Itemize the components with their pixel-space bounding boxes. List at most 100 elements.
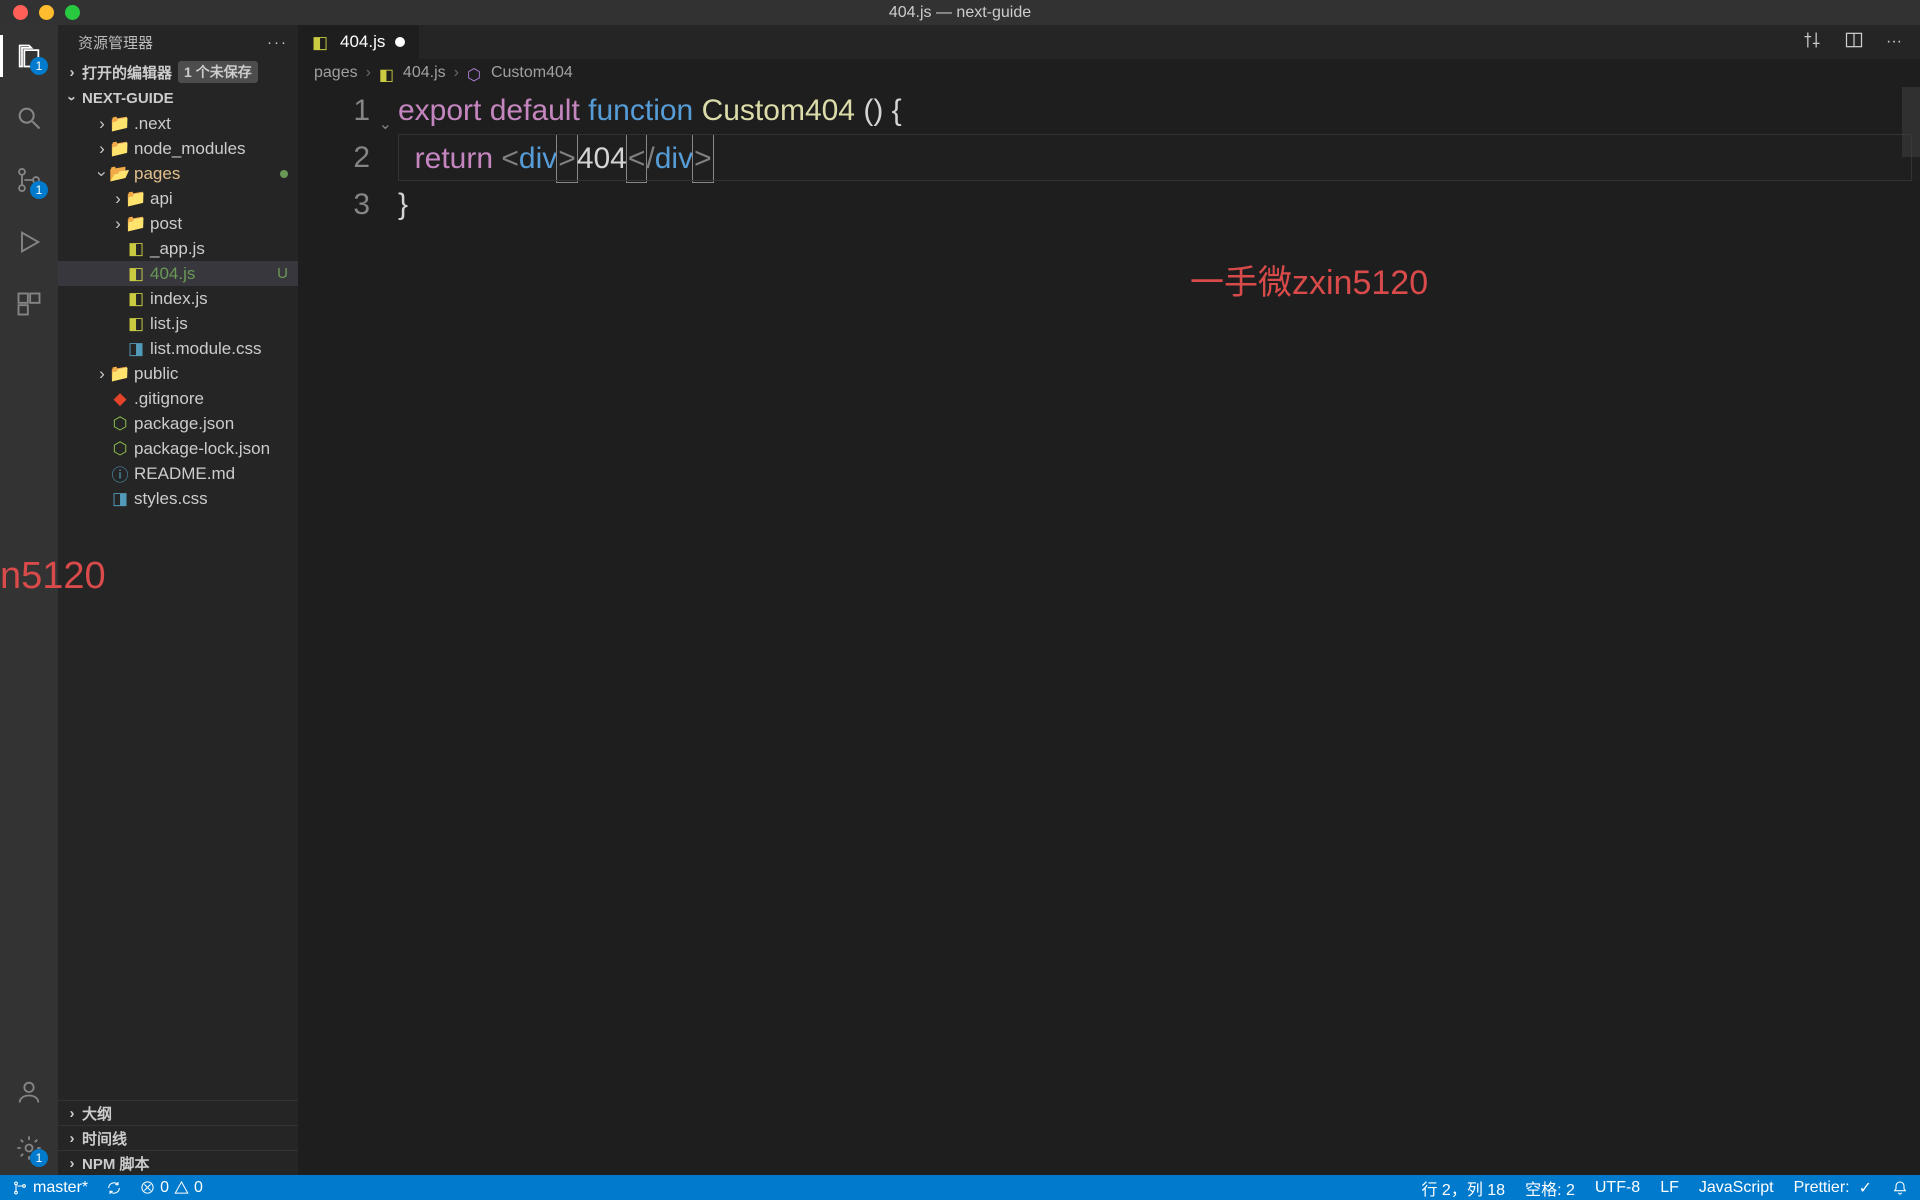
sidebar-footer: ›大纲 ›时间线 ›NPM 脚本	[58, 1100, 298, 1175]
tree-label: pages	[134, 164, 180, 184]
folder-icon: 📁	[126, 214, 146, 234]
code-editor[interactable]: 1 2 3 ⌄ export default function Custom40…	[298, 87, 1920, 1175]
tree-label: index.js	[150, 289, 208, 309]
eol-status[interactable]: LF	[1660, 1179, 1679, 1197]
indentation-status[interactable]: 空格: 2	[1525, 1176, 1575, 1200]
open-editors-section[interactable]: › 打开的编辑器 1 个未保存	[58, 59, 298, 85]
tree-file-list-js[interactable]: ◧list.js	[58, 311, 298, 336]
npm-scripts-section[interactable]: ›NPM 脚本	[58, 1150, 298, 1175]
chevron-right-icon: ›	[64, 64, 80, 81]
timeline-section[interactable]: ›时间线	[58, 1125, 298, 1150]
js-file-icon: ◧	[126, 314, 146, 334]
breadcrumbs[interactable]: pages › ◧ 404.js › ⬡ Custom404	[298, 59, 1920, 87]
settings-badge: 1	[30, 1149, 48, 1167]
split-editor-icon[interactable]	[1844, 30, 1864, 55]
folder-icon: 📁	[126, 189, 146, 209]
title-bar: 404.js — next-guide	[0, 0, 1920, 25]
window-controls	[0, 5, 80, 20]
fold-icon[interactable]: ⌄	[379, 101, 392, 148]
errors-count: 0	[160, 1179, 169, 1197]
tree-file-package-json[interactable]: ⬡package.json	[58, 411, 298, 436]
encoding-status[interactable]: UTF-8	[1595, 1179, 1640, 1197]
tree-label: styles.css	[134, 489, 208, 509]
sidebar-title: 资源管理器	[78, 32, 153, 53]
tree-file-app-js[interactable]: ◧_app.js	[58, 236, 298, 261]
minimap-scrollbar[interactable]	[1902, 87, 1920, 157]
outline-section[interactable]: ›大纲	[58, 1100, 298, 1125]
breadcrumb-item[interactable]: pages	[314, 64, 358, 82]
language-status[interactable]: JavaScript	[1699, 1179, 1774, 1197]
tree-folder-api[interactable]: ›📁api	[58, 186, 298, 211]
tree-folder-public[interactable]: ›📁public	[58, 361, 298, 386]
gutter: 1 2 3 ⌄	[298, 87, 398, 1175]
file-tree: ›📁.next ›📁node_modules ›📂pages ›📁api ›📁p…	[58, 111, 298, 1100]
css-file-icon: ◨	[126, 339, 146, 359]
tree-file-package-lock[interactable]: ⬡package-lock.json	[58, 436, 298, 461]
tree-folder-pages[interactable]: ›📂pages	[58, 161, 298, 186]
tree-file-readme[interactable]: ⓘREADME.md	[58, 461, 298, 486]
more-actions-icon[interactable]: ···	[1886, 33, 1902, 51]
sidebar-more-icon[interactable]: ···	[267, 34, 288, 51]
extensions-activity[interactable]	[12, 287, 46, 321]
git-file-icon: ◆	[110, 389, 130, 409]
folder-icon: 📁	[110, 364, 130, 384]
notifications-icon[interactable]	[1892, 1180, 1908, 1196]
js-file-icon: ◧	[126, 264, 146, 284]
tree-folder-node-modules[interactable]: ›📁node_modules	[58, 136, 298, 161]
git-branch-status[interactable]: master*	[12, 1179, 88, 1197]
explorer-activity[interactable]: 1	[12, 39, 46, 73]
chevron-down-icon: ›	[64, 90, 81, 106]
tree-file-gitignore[interactable]: ◆.gitignore	[58, 386, 298, 411]
modified-indicator	[280, 170, 288, 178]
watermark-text: n5120	[0, 555, 106, 598]
run-debug-activity[interactable]	[12, 225, 46, 259]
tree-label: list.js	[150, 314, 188, 334]
compare-changes-icon[interactable]	[1802, 30, 1822, 55]
tree-label: README.md	[134, 464, 235, 484]
breadcrumb-item[interactable]: 404.js	[403, 64, 446, 82]
editor-actions: ···	[1802, 25, 1920, 59]
symbol-function-icon: ⬡	[467, 65, 483, 81]
minimize-window-button[interactable]	[39, 5, 54, 20]
code-content[interactable]: export default function Custom404 () { r…	[398, 87, 1920, 1175]
problems-status[interactable]: 0 0	[140, 1179, 203, 1197]
window-title: 404.js — next-guide	[889, 4, 1031, 22]
tree-file-styles-css[interactable]: ◨styles.css	[58, 486, 298, 511]
watermark-text: 一手微zxin5120	[1190, 255, 1428, 304]
tree-label: package-lock.json	[134, 439, 270, 459]
warnings-count: 0	[194, 1179, 203, 1197]
search-activity[interactable]	[12, 101, 46, 135]
tree-file-index-js[interactable]: ◧index.js	[58, 286, 298, 311]
cursor-position-status[interactable]: 行 2，列 18	[1421, 1176, 1505, 1200]
tree-file-list-css[interactable]: ◨list.module.css	[58, 336, 298, 361]
source-control-activity[interactable]: 1	[12, 163, 46, 197]
tab-404-js[interactable]: ◧ 404.js	[298, 25, 420, 59]
tree-label: list.module.css	[150, 339, 261, 359]
tree-file-404-js[interactable]: ◧404.jsU	[58, 261, 298, 286]
maximize-window-button[interactable]	[65, 5, 80, 20]
open-editors-label: 打开的编辑器	[82, 62, 172, 83]
prettier-status[interactable]: Prettier:	[1794, 1178, 1872, 1198]
tree-folder-next[interactable]: ›📁.next	[58, 111, 298, 136]
tree-label: _app.js	[150, 239, 205, 259]
scm-badge: 1	[30, 181, 48, 199]
tree-label: api	[150, 189, 173, 209]
folder-open-icon: 📂	[110, 164, 130, 184]
tree-label: .next	[134, 114, 171, 134]
line-number: 1	[298, 87, 370, 134]
info-file-icon: ⓘ	[110, 461, 130, 486]
unsaved-badge: 1 个未保存	[178, 61, 258, 83]
sidebar: 资源管理器 ··· › 打开的编辑器 1 个未保存 › NEXT-GUIDE ›…	[58, 25, 298, 1175]
tree-label: 404.js	[150, 264, 195, 284]
breadcrumb-item[interactable]: Custom404	[491, 64, 573, 82]
project-section[interactable]: › NEXT-GUIDE	[58, 85, 298, 111]
js-file-icon: ◧	[312, 33, 330, 51]
editor-tabs: ◧ 404.js ···	[298, 25, 1920, 59]
sync-status[interactable]	[106, 1180, 122, 1196]
close-window-button[interactable]	[13, 5, 28, 20]
tree-folder-post[interactable]: ›📁post	[58, 211, 298, 236]
chevron-right-icon: ›	[454, 64, 459, 82]
accounts-activity[interactable]	[12, 1075, 46, 1109]
tree-label: public	[134, 364, 178, 384]
settings-activity[interactable]: 1	[12, 1131, 46, 1165]
